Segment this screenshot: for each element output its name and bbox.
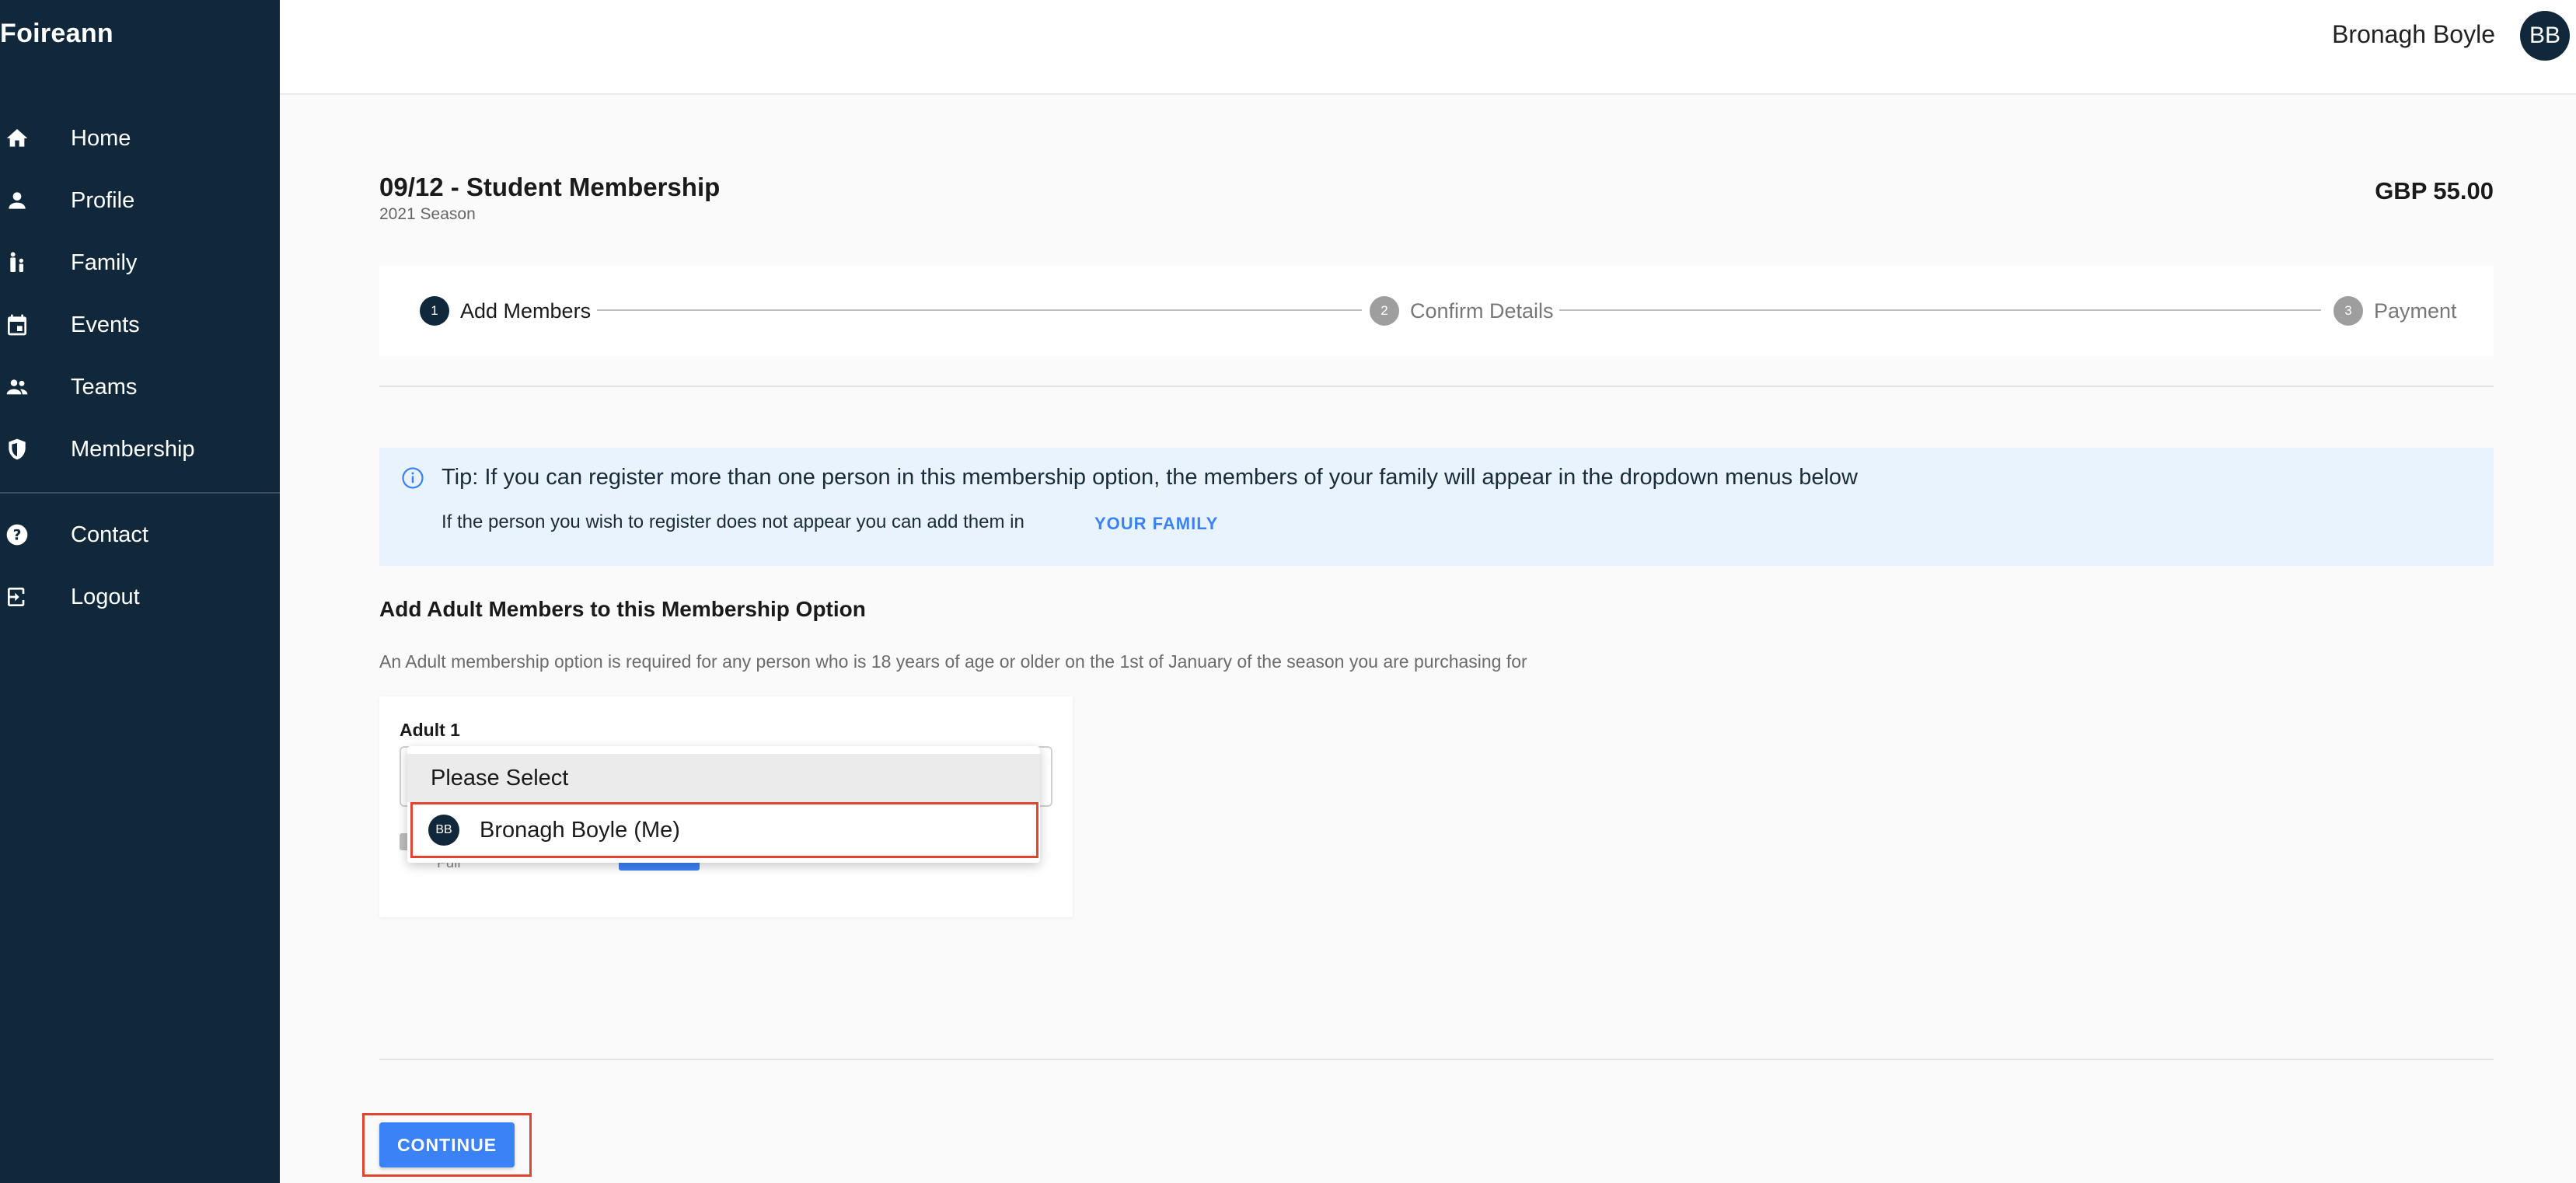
step-number: 1	[420, 296, 449, 326]
top-bar: Bronagh Boyle BB	[280, 0, 2576, 95]
brand-logo[interactable]: Foireann	[0, 19, 113, 49]
sidebar-item-label: Family	[71, 250, 138, 275]
step-label: Payment	[2374, 298, 2457, 323]
group-icon	[3, 373, 31, 401]
option-label: Bronagh Boyle (Me)	[480, 817, 680, 843]
sidebar-item-label: Home	[71, 125, 131, 151]
step-number: 3	[2333, 296, 2363, 326]
family-icon	[3, 249, 31, 277]
step-payment: 3 Payment	[2333, 295, 2457, 326]
tip-subtext: If the person you wish to register does …	[442, 511, 1024, 532]
shield-icon	[3, 435, 31, 463]
step-confirm-details: 2 Confirm Details	[1370, 295, 1554, 326]
price-label: GBP 55.00	[2375, 177, 2494, 204]
person-icon	[3, 187, 31, 215]
sidebar-item-logout[interactable]: Logout	[0, 569, 280, 625]
step-connector	[597, 309, 1362, 311]
step-label: Confirm Details	[1410, 298, 1554, 323]
adult-label: Adult 1	[400, 720, 460, 740]
adult-select-menu: Please Select BB Bronagh Boyle (Me)	[407, 746, 1040, 863]
user-name[interactable]: Bronagh Boyle	[2332, 20, 2495, 49]
help-icon: ?	[3, 521, 31, 549]
sidebar: Foireann Home Profile Family Events Team…	[0, 0, 280, 1183]
section-title: Add Adult Members to this Membership Opt…	[379, 597, 866, 621]
logout-icon	[3, 583, 31, 611]
sidebar-item-teams[interactable]: Teams	[0, 359, 280, 415]
sidebar-item-label: Contact	[71, 522, 148, 547]
tip-alert: Tip: If you can register more than one p…	[379, 448, 2494, 566]
tip-text: Tip: If you can register more than one p…	[442, 465, 1859, 490]
menu-item-please-select[interactable]: Please Select	[407, 754, 1040, 802]
info-icon	[401, 466, 424, 490]
page-title: 09/12 - Student Membership	[379, 173, 721, 201]
sidebar-item-events[interactable]: Events	[0, 297, 280, 353]
continue-button[interactable]: CONTINUE	[379, 1122, 515, 1167]
stepper: 1 Add Members 2 Confirm Details 3 Paymen…	[379, 266, 2494, 356]
sidebar-item-membership[interactable]: Membership	[0, 421, 280, 477]
svg-text:?: ?	[13, 528, 22, 544]
step-number: 2	[1370, 296, 1399, 326]
sidebar-item-label: Teams	[71, 374, 138, 400]
home-icon	[3, 124, 31, 152]
sidebar-item-label: Events	[71, 312, 140, 337]
page-subtitle: 2021 Season	[379, 205, 476, 223]
step-add-members: 1 Add Members	[420, 295, 591, 326]
sidebar-item-label: Profile	[71, 187, 135, 213]
avatar[interactable]: BB	[2520, 11, 2570, 61]
sidebar-item-profile[interactable]: Profile	[0, 173, 280, 229]
sidebar-item-label: Logout	[71, 584, 140, 609]
menu-item-bronagh-boyle[interactable]: BB Bronagh Boyle (Me)	[410, 802, 1038, 858]
your-family-link[interactable]: YOUR FAMILY	[1094, 514, 1218, 534]
sidebar-item-home[interactable]: Home	[0, 110, 280, 166]
sidebar-item-contact[interactable]: ? Contact	[0, 507, 280, 563]
divider	[379, 386, 2494, 387]
avatar: BB	[428, 815, 459, 846]
section-description: An Adult membership option is required f…	[379, 651, 1527, 672]
calendar-icon	[3, 311, 31, 339]
step-label: Add Members	[460, 298, 592, 323]
sidebar-divider	[0, 492, 280, 494]
step-connector	[1559, 309, 2321, 311]
divider	[379, 1059, 2494, 1060]
sidebar-item-label: Membership	[71, 436, 195, 462]
sidebar-item-family[interactable]: Family	[0, 235, 280, 291]
